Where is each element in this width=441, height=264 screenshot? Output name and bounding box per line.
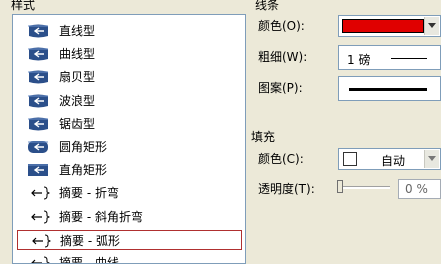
- style-list-item[interactable]: 摘要 - 斜角折弯: [17, 207, 242, 227]
- style-listbox[interactable]: 直线型 曲线型 扇贝型 波浪型 锯齿型 圆角矩形 直角矩形 摘要 - 折弯 摘要 - 斜角折弯摘…: [12, 14, 246, 264]
- style-list-item-label: 圆角矩形: [59, 140, 108, 154]
- transparency-slider-thumb[interactable]: [337, 180, 343, 193]
- line-color-label: 颜色(O):: [258, 19, 305, 33]
- rectangle-icon: [27, 162, 50, 178]
- arrowhead-straight-icon: [27, 23, 50, 39]
- style-list-item[interactable]: 直线型: [17, 21, 242, 41]
- style-list-item[interactable]: 波浪型: [17, 91, 242, 111]
- style-list-item-label: 摘要 - 斜角折弯: [59, 209, 143, 224]
- line-pattern-dropdown[interactable]: [338, 76, 441, 101]
- line-group-title: 线条: [252, 0, 283, 11]
- style-list-item-label: 摘要 - 曲线: [59, 256, 119, 264]
- arrowhead-wavy-icon: [27, 93, 50, 109]
- style-list-item-label: 直角矩形: [59, 163, 108, 178]
- summary-arc-icon: [28, 233, 52, 249]
- style-list-item[interactable]: 曲线型: [17, 44, 242, 64]
- style-list-item-label: 直线型: [59, 24, 96, 38]
- line-weight-value: 1 磅: [347, 53, 371, 67]
- line-weight-label: 粗细(W):: [258, 50, 308, 64]
- arrowhead-scalloped-icon: [27, 69, 50, 85]
- style-list-item-label: 波浪型: [59, 93, 96, 108]
- chevron-down-icon[interactable]: [424, 17, 439, 35]
- transparency-value: 0 %: [405, 182, 428, 196]
- style-list-item[interactable]: 锯齿型: [17, 114, 242, 134]
- line-pattern-preview: [349, 88, 427, 91]
- style-list-item[interactable]: 直角矩形: [17, 160, 242, 180]
- style-list-item-label: 摘要 - 折弯: [59, 186, 119, 201]
- style-list-item-label: 扇贝型: [59, 70, 96, 85]
- transparency-input[interactable]: 0 %: [398, 179, 441, 199]
- style-list-item[interactable]: 摘要 - 折弯: [17, 183, 242, 203]
- arrowhead-curved-icon: [27, 46, 50, 62]
- line-color-dropdown[interactable]: [338, 15, 441, 37]
- fill-color-value: 自动: [381, 154, 406, 168]
- fill-group-title: 填充: [248, 131, 279, 143]
- summary-curve-icon: [27, 255, 51, 263]
- arrowhead-sawtooth-icon: [27, 116, 50, 132]
- style-list-item[interactable]: 扇贝型: [17, 67, 242, 87]
- line-pattern-label: 图案(P):: [258, 81, 303, 95]
- style-list-item[interactable]: 圆角矩形: [17, 137, 242, 157]
- line-color-swatch: [342, 19, 424, 33]
- style-list-item-label: 锯齿型: [59, 116, 96, 131]
- line-weight-preview: [391, 58, 427, 59]
- line-weight-dropdown[interactable]: 1 磅: [338, 45, 441, 70]
- summary-bevel-bent-icon: [27, 209, 51, 225]
- fill-color-swatch: [343, 152, 357, 166]
- style-list-item-label: 曲线型: [59, 47, 96, 62]
- chevron-down-icon[interactable]: [424, 150, 439, 168]
- style-group-title: 样式: [8, 0, 39, 11]
- transparency-label: 透明度(T):: [258, 182, 315, 196]
- fill-color-dropdown[interactable]: 自动: [338, 148, 441, 170]
- rounded-rectangle-icon: [27, 139, 50, 155]
- style-list-item-label: 摘要 - 弧形: [60, 233, 120, 248]
- transparency-slider-track[interactable]: [338, 186, 390, 189]
- summary-bent-icon: [27, 185, 51, 201]
- style-list-item[interactable]: 摘要 - 弧形: [17, 229, 242, 250]
- fill-color-label: 颜色(C):: [258, 152, 304, 166]
